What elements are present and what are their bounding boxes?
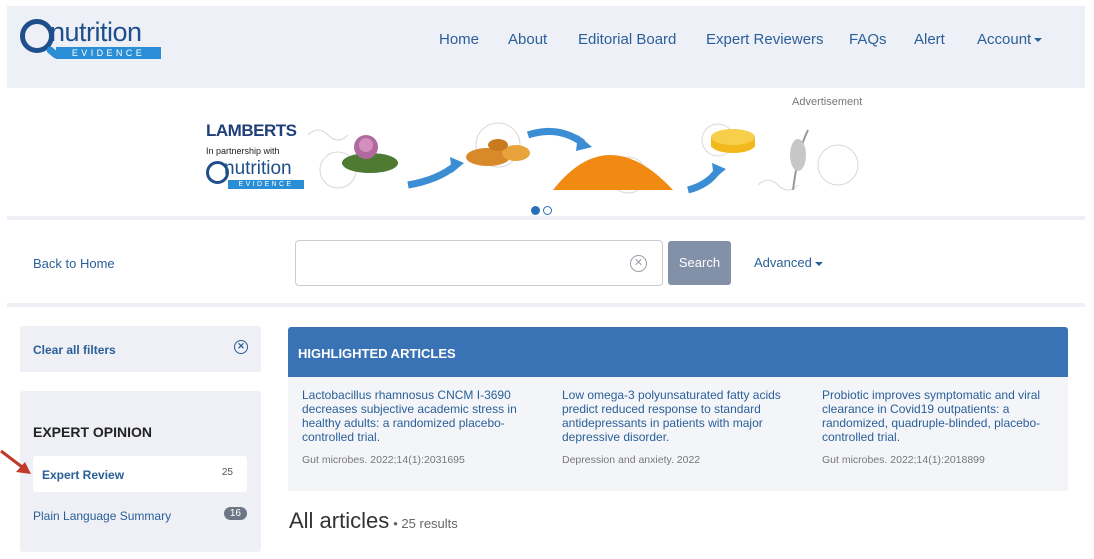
search-input[interactable] bbox=[304, 249, 624, 277]
advanced-search-dropdown[interactable]: Advanced bbox=[754, 255, 823, 270]
carousel-dots bbox=[531, 202, 555, 215]
highlighted-article: Probiotic improves symptomatic and viral… bbox=[822, 388, 1057, 466]
ad-banner[interactable]: LAMBERTS In partnership with nutrition E… bbox=[198, 115, 868, 199]
filter-plain-language-summary[interactable]: Plain Language Summary 16 bbox=[33, 497, 247, 533]
article-title-link[interactable]: Probiotic improves symptomatic and viral… bbox=[822, 388, 1057, 444]
section-divider bbox=[7, 303, 1085, 307]
back-to-home-link[interactable]: Back to Home bbox=[33, 256, 115, 271]
search-field[interactable]: ✕ bbox=[295, 240, 663, 286]
logo-subtitle: EVIDENCE bbox=[56, 47, 161, 59]
expert-opinion-panel: EXPERT OPINION Expert Review 25 Plain La… bbox=[20, 391, 261, 552]
logo-text: nutrition bbox=[50, 17, 142, 47]
all-articles-heading: All articles • 25 results bbox=[289, 508, 458, 534]
nav-about[interactable]: About bbox=[508, 31, 547, 51]
all-articles-title: All articles bbox=[289, 508, 390, 533]
banner-logo-subtitle: EVIDENCE bbox=[228, 180, 304, 189]
carousel-dot-2[interactable] bbox=[543, 206, 552, 215]
nav-alert[interactable]: Alert bbox=[914, 31, 945, 51]
filter-expert-review[interactable]: Expert Review 25 bbox=[33, 456, 247, 492]
clear-search-icon[interactable]: ✕ bbox=[630, 255, 647, 272]
nav-account-dropdown[interactable]: Account bbox=[977, 31, 1043, 51]
section-divider bbox=[7, 216, 1085, 220]
caret-down-icon bbox=[1034, 38, 1043, 43]
article-title-link[interactable]: Lactobacillus rhamnosus CNCM I-3690 decr… bbox=[302, 388, 537, 444]
close-circle-icon[interactable]: ✕ bbox=[234, 340, 248, 354]
highlighted-articles-list: Lactobacillus rhamnosus CNCM I-3690 decr… bbox=[288, 377, 1068, 491]
site-logo[interactable]: nutrition EVIDENCE bbox=[20, 15, 161, 67]
article-citation: Gut microbes. 2022;14(1):2018899 bbox=[822, 454, 985, 466]
article-citation: Gut microbes. 2022;14(1):2031695 bbox=[302, 454, 465, 466]
filter-label: Plain Language Summary bbox=[33, 509, 172, 523]
pointer-arrow-icon bbox=[0, 449, 31, 474]
article-title-link[interactable]: Low omega-3 polyunsaturated fatty acids … bbox=[562, 388, 797, 444]
nav-faqs[interactable]: FAQs bbox=[849, 31, 887, 51]
clear-all-filters[interactable]: Clear all filters bbox=[33, 343, 116, 357]
partnership-text: In partnership with bbox=[206, 146, 280, 156]
filter-label: Expert Review bbox=[42, 468, 125, 482]
expert-opinion-heading: EXPERT OPINION bbox=[33, 424, 153, 440]
caret-down-icon bbox=[814, 261, 823, 266]
highlighted-articles-title: HIGHLIGHTED ARTICLES bbox=[298, 346, 456, 361]
banner-logo-text: nutrition bbox=[224, 158, 292, 179]
filter-count: 25 bbox=[221, 467, 233, 478]
highlighted-article: Low omega-3 polyunsaturated fatty acids … bbox=[562, 388, 797, 466]
highlighted-articles-header: HIGHLIGHTED ARTICLES bbox=[288, 327, 1068, 377]
clear-filters-panel[interactable]: Clear all filters ✕ bbox=[20, 326, 261, 372]
results-count: • 25 results bbox=[393, 516, 458, 531]
highlighted-article: Lactobacillus rhamnosus CNCM I-3690 decr… bbox=[302, 388, 537, 466]
nav-expert-reviewers[interactable]: Expert Reviewers bbox=[706, 31, 824, 51]
advanced-label: Advanced bbox=[754, 255, 812, 270]
filter-count-badge: 16 bbox=[223, 507, 247, 520]
carousel-dot-1[interactable] bbox=[531, 206, 540, 215]
article-citation: Depression and anxiety. 2022 bbox=[562, 454, 701, 466]
advertisement-label: Advertisement bbox=[792, 96, 863, 108]
nav-account-label: Account bbox=[977, 31, 1032, 48]
banner-nutrition-logo: nutrition EVIDENCE bbox=[206, 158, 306, 194]
nav-home[interactable]: Home bbox=[439, 31, 479, 51]
nav-editorial-board[interactable]: Editorial Board bbox=[578, 31, 676, 51]
search-button[interactable]: Search bbox=[668, 241, 731, 285]
lamberts-logo: LAMBERTS bbox=[206, 121, 297, 140]
